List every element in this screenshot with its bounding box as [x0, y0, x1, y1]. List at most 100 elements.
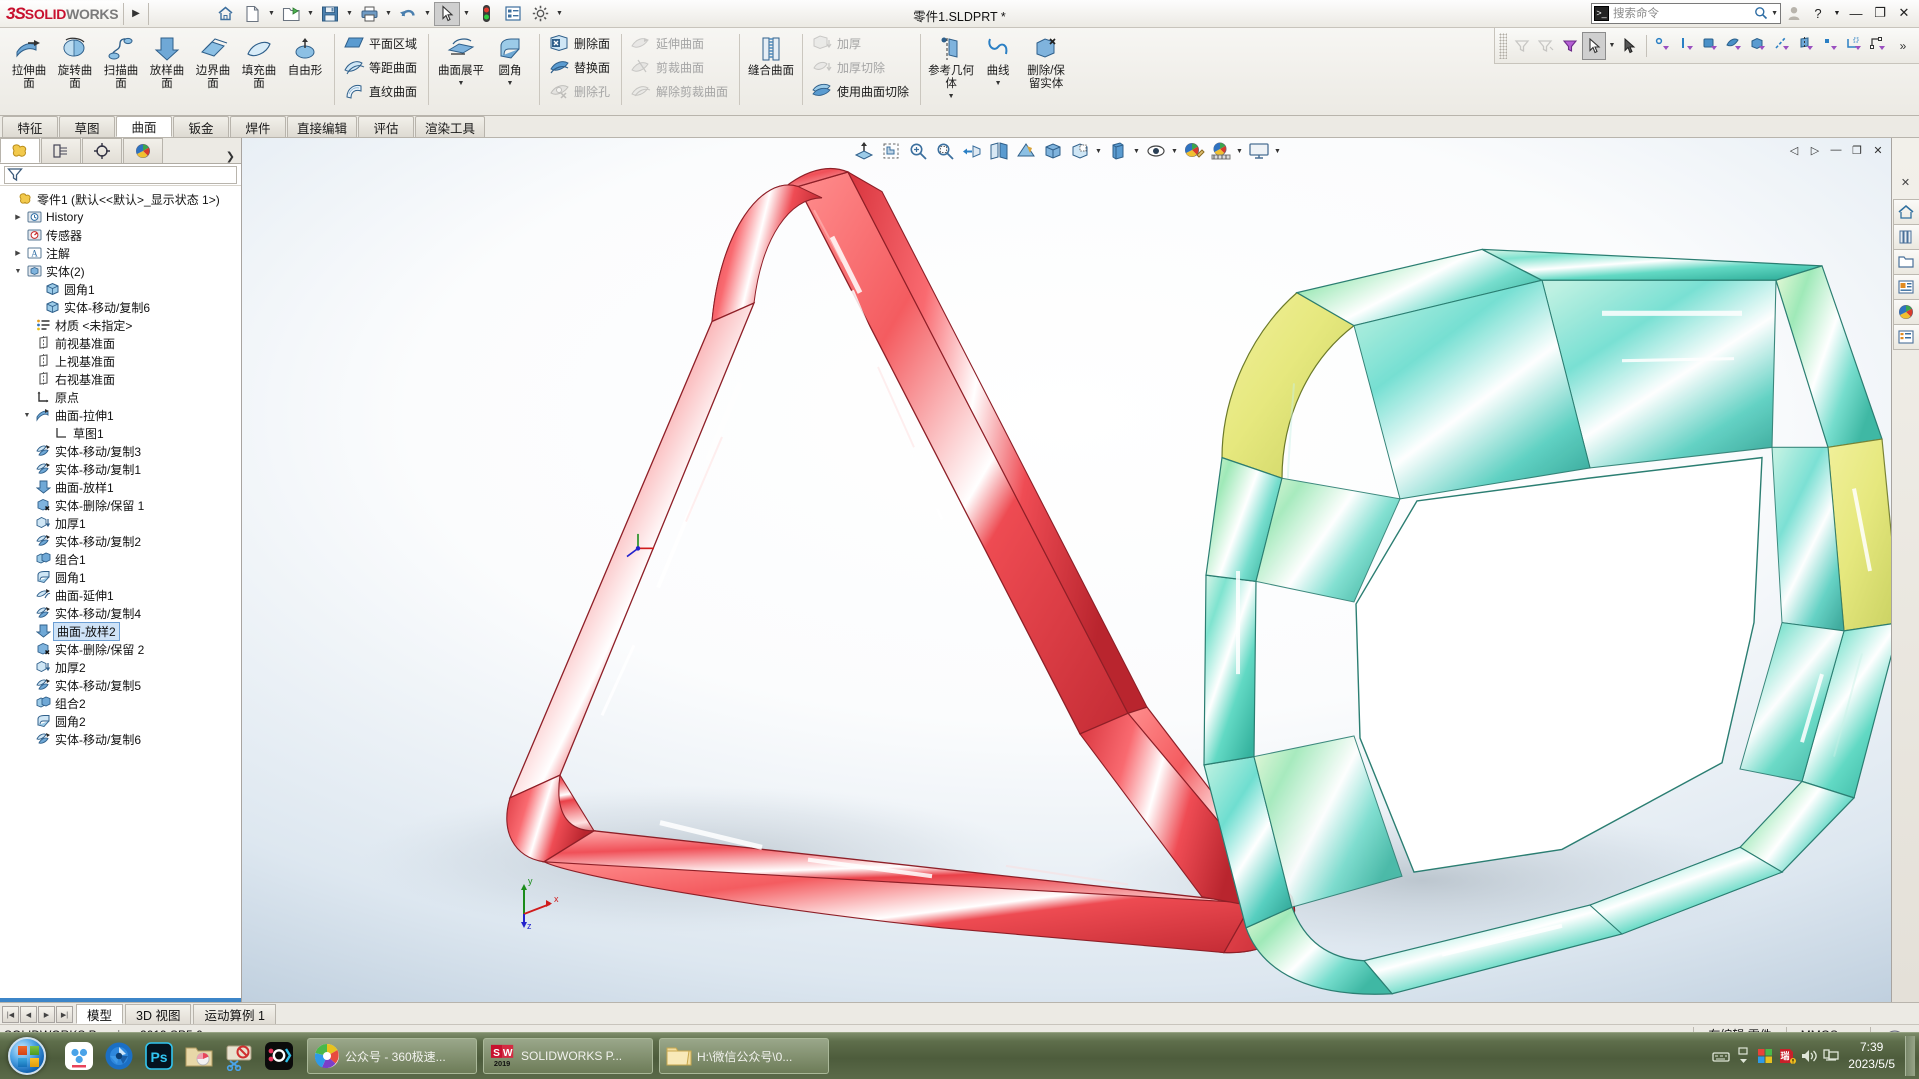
feature-tree-item[interactable]: 曲面-放样1: [2, 478, 241, 496]
print-icon[interactable]: [356, 2, 382, 26]
filter-clear-icon[interactable]: [1534, 32, 1558, 60]
okcoin-icon[interactable]: [260, 1037, 298, 1075]
ribbon-button-delete-keep-body[interactable]: 删除/保留实体: [1021, 31, 1071, 92]
ribbon-button-delete-face[interactable]: 删除面: [544, 31, 617, 55]
feature-tree-item[interactable]: 组合1: [2, 550, 241, 568]
reference-geometry-dropdown-icon[interactable]: ▼: [948, 93, 955, 100]
ribbon-button-thicken-cut[interactable]: 加厚切除: [807, 55, 916, 79]
view-palette-icon[interactable]: [1892, 274, 1919, 300]
keyboard-ime-icon[interactable]: [1710, 1043, 1732, 1069]
feature-tree-item[interactable]: 实体-删除/保留 1: [2, 496, 241, 514]
show-desktop-button[interactable]: [1905, 1036, 1915, 1076]
flag-security-icon[interactable]: [1754, 1043, 1776, 1069]
expand-collapse-right-icon[interactable]: ▶: [11, 249, 25, 257]
restore-button[interactable]: ❐: [1869, 2, 1891, 24]
help-icon[interactable]: ?: [1807, 2, 1829, 24]
camera360-icon[interactable]: [100, 1037, 138, 1075]
ribbon-button-freeform[interactable]: 自由形: [282, 31, 328, 79]
configuration-manager-tab[interactable]: [82, 138, 122, 163]
feature-tree-item[interactable]: ▼ 曲面-拉伸1: [2, 406, 241, 424]
ribbon-button-extend-surface[interactable]: 延伸曲面: [626, 31, 735, 55]
ribbon-button-filled-surface[interactable]: 填充曲面: [236, 31, 282, 92]
feature-tree-item[interactable]: ▶ History: [2, 208, 241, 226]
ribbon-button-curves[interactable]: 曲线 ▼: [975, 31, 1021, 88]
flatten-dropdown-icon[interactable]: ▼: [458, 80, 465, 87]
ribbon-button-fillet[interactable]: 圆角 ▼: [487, 31, 533, 88]
feature-tree-rollback-bar[interactable]: [0, 998, 241, 1002]
ribbon-button-trim-surface[interactable]: 剪裁曲面: [626, 55, 735, 79]
curves-dropdown-icon[interactable]: ▼: [995, 80, 1002, 87]
feature-tree-item[interactable]: 实体-移动/复制6: [2, 730, 241, 748]
rebuild-traffic-light-icon[interactable]: [473, 2, 499, 26]
feature-tree-item[interactable]: 圆角1: [2, 280, 241, 298]
graphics-area[interactable]: ▼ ▼ ▼ ▼ ▼ ◁ ▷ — ❐ ✕ y x z: [242, 138, 1891, 1002]
body-filter-icon[interactable]: [1747, 32, 1771, 60]
ribbon-button-untrim-surface[interactable]: 解除剪裁曲面: [626, 79, 735, 103]
ribbon-button-ruled-surface[interactable]: 直纹曲面: [339, 79, 424, 103]
vertex-filter-icon[interactable]: [1819, 32, 1843, 60]
ribbon-button-cut-with-surface[interactable]: 使用曲面切除: [807, 79, 916, 103]
surface-filter-icon[interactable]: [1723, 32, 1747, 60]
search-command-input[interactable]: >_ 搜索命令 ▼: [1591, 2, 1781, 24]
ribbon-button-offset-surface[interactable]: 等距曲面: [339, 55, 424, 79]
point-filter-icon[interactable]: [1651, 32, 1675, 60]
save-dropdown-icon[interactable]: ▼: [344, 2, 355, 26]
custom-properties-icon[interactable]: [1892, 324, 1919, 350]
ribbon-button-boundary-surface[interactable]: 边界曲面: [190, 31, 236, 92]
ribbon-button-reference-geometry[interactable]: 参考几何体 ▼: [927, 31, 975, 101]
minimize-button[interactable]: —: [1845, 2, 1867, 24]
antivirus-icon[interactable]: 瑞: [1776, 1043, 1798, 1069]
open-dropdown-icon[interactable]: ▼: [305, 2, 316, 26]
feature-tree-item[interactable]: 圆角2: [2, 712, 241, 730]
tab-features[interactable]: 特征: [2, 116, 58, 137]
tray-expand-icon[interactable]: [1732, 1043, 1754, 1069]
feature-tree-item[interactable]: 加厚2: [2, 658, 241, 676]
filter-off-icon[interactable]: [1510, 32, 1534, 60]
bottom-tab-motion-study[interactable]: 运动算例 1: [193, 1004, 276, 1024]
tab-sketch[interactable]: 草图: [59, 116, 115, 137]
select-tool-icon[interactable]: [434, 1, 460, 26]
feature-tree-item[interactable]: 材质 <未指定>: [2, 316, 241, 334]
print-dropdown-icon[interactable]: ▼: [383, 2, 394, 26]
taskbar-item-solidworks[interactable]: S W 2019 SOLIDWORKS P...: [483, 1038, 653, 1074]
options-dropdown-icon[interactable]: ▼: [554, 2, 565, 26]
select-dropdown-icon[interactable]: ▼: [1606, 32, 1618, 60]
undo-dropdown-icon[interactable]: ▼: [422, 2, 433, 26]
feature-tree-item[interactable]: 实体-移动/复制4: [2, 604, 241, 622]
bottom-tab-model[interactable]: 模型: [76, 1004, 124, 1024]
feature-tree-item[interactable]: 实体-移动/复制5: [2, 676, 241, 694]
tab-render-tools[interactable]: 渲染工具: [415, 116, 486, 137]
toolbar-grip[interactable]: [1499, 32, 1507, 59]
feature-tree-item[interactable]: 实体-移动/复制1: [2, 460, 241, 478]
feature-tree-item[interactable]: 曲面-延伸1: [2, 586, 241, 604]
feature-tree-item[interactable]: 上视基准面: [2, 352, 241, 370]
display-manager-tab[interactable]: [123, 138, 163, 163]
prev-tab-icon[interactable]: ◀: [20, 1006, 37, 1023]
feature-search-input[interactable]: [4, 165, 237, 184]
ribbon-button-revolved-surface[interactable]: 旋转曲面: [52, 31, 98, 92]
network-icon[interactable]: [1820, 1043, 1842, 1069]
cyan-hexagonal-mobius-model[interactable]: [1203, 248, 1891, 995]
feature-tree-item[interactable]: 组合2: [2, 694, 241, 712]
task-pane-close-icon[interactable]: ✕: [1892, 176, 1919, 189]
new-document-dropdown-icon[interactable]: ▼: [266, 2, 277, 26]
new-document-icon[interactable]: [239, 2, 265, 26]
tab-sheetmetal[interactable]: 钣金: [173, 116, 229, 137]
filter-active-icon[interactable]: [1558, 32, 1582, 60]
feature-tree-item[interactable]: ▼ 实体(2): [2, 262, 241, 280]
feature-tree-item[interactable]: 加厚1: [2, 514, 241, 532]
taskbar-clock[interactable]: 7:39 2023/5/5: [1842, 1039, 1905, 1073]
feature-tree-item[interactable]: 实体-移动/复制2: [2, 532, 241, 550]
feature-tree-tab[interactable]: [0, 138, 40, 163]
sw-resources-home-icon[interactable]: [1892, 199, 1919, 225]
open-folder-icon[interactable]: [278, 2, 304, 26]
ribbon-button-flatten-surface[interactable]: 曲面展平 ▼: [435, 31, 487, 88]
ribbon-button-swept-surface[interactable]: 扫描曲面: [98, 31, 144, 92]
feature-tree-item[interactable]: 圆角1: [2, 568, 241, 586]
sketch-entity-filter-icon[interactable]: [1843, 32, 1867, 60]
search-dropdown-icon[interactable]: ▼: [1771, 10, 1778, 17]
feature-tree-item[interactable]: 实体-删除/保留 2: [2, 640, 241, 658]
ribbon-button-planar-surface[interactable]: 平面区域: [339, 31, 424, 55]
help-dropdown-icon[interactable]: ▼: [1831, 2, 1843, 24]
feature-tree-item[interactable]: ▶ A 注解: [2, 244, 241, 262]
